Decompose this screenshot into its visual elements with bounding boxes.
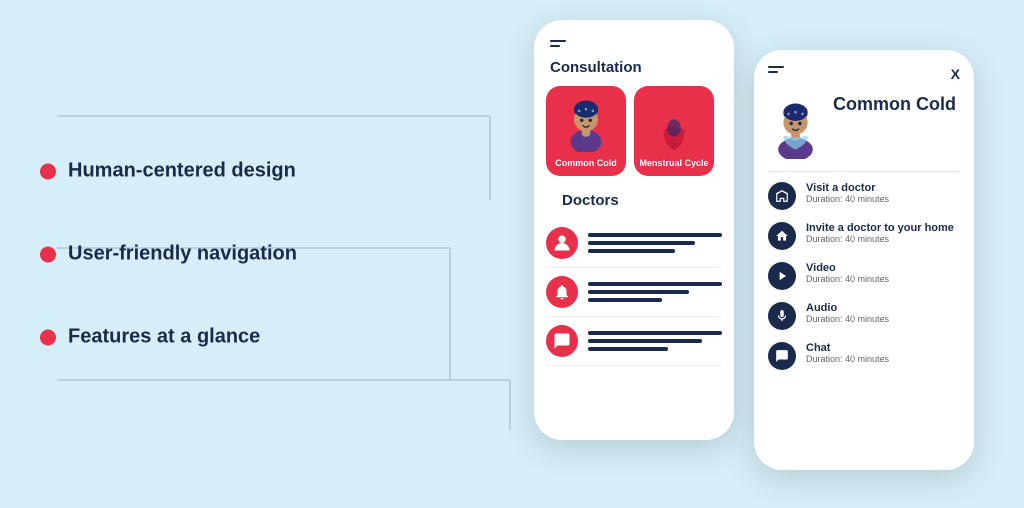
detail-title: Common Cold <box>833 94 956 116</box>
doctors-section: Doctors <box>534 188 734 366</box>
option-invite-doctor[interactable]: Invite a doctor to your home Duration: 4… <box>768 222 960 250</box>
doctor-row-3 <box>546 317 722 366</box>
bell-icon <box>553 283 571 301</box>
options-list: Visit a doctor Duration: 40 minutes Invi… <box>754 182 974 370</box>
detail-menu-icon[interactable] <box>768 66 784 73</box>
option-chat[interactable]: Chat Duration: 40 minutes <box>768 342 960 370</box>
option-audio[interactable]: Audio Duration: 40 minutes <box>768 302 960 330</box>
cards-row: Common Cold Menstrual Cycle <box>534 86 734 176</box>
card-common-cold[interactable]: Common Cold <box>546 86 626 176</box>
phones-container: Men Woman Kids Consultation <box>534 20 974 470</box>
option-duration-video: Duration: 40 minutes <box>806 274 889 284</box>
detail-patient-avatar <box>768 94 823 159</box>
feature-label-2: User-friendly navigation <box>68 243 297 266</box>
close-button[interactable]: X <box>951 66 960 82</box>
phone-header <box>534 32 734 55</box>
card-menstrual-cycle[interactable]: Menstrual Cycle <box>634 86 714 176</box>
mic-icon <box>768 302 796 330</box>
doctor-info-3 <box>588 331 722 351</box>
doctor-avatar-2 <box>546 276 578 308</box>
card-menstrual-cycle-label: Menstrual Cycle <box>639 158 708 168</box>
option-text-audio: Audio Duration: 40 minutes <box>806 302 889 324</box>
doctor-row-2 <box>546 268 722 317</box>
features-list: Human-centered design User-friendly navi… <box>40 160 297 349</box>
chat-icon <box>768 342 796 370</box>
doctors-title: Doctors <box>546 188 722 219</box>
option-duration-invite: Duration: 40 minutes <box>806 234 954 244</box>
option-name-chat: Chat <box>806 342 889 354</box>
option-name-audio: Audio <box>806 302 889 314</box>
building-icon <box>768 182 796 210</box>
feature-dot-3 <box>40 329 56 345</box>
detail-header: X <box>754 62 974 94</box>
doctor-info-2 <box>588 282 722 302</box>
feature-label-3: Features at a glance <box>68 326 260 349</box>
feature-item-2: User-friendly navigation <box>40 243 297 266</box>
option-duration-chat: Duration: 40 minutes <box>806 354 889 364</box>
chat-icon-small <box>553 332 571 350</box>
doctor-avatar-3 <box>546 325 578 357</box>
option-name-invite: Invite a doctor to your home <box>806 222 954 234</box>
option-duration-audio: Duration: 40 minutes <box>806 314 889 324</box>
feature-dot-2 <box>40 246 56 262</box>
phone-detail: X <box>754 50 974 470</box>
phone-main: Men Woman Kids Consultation <box>534 20 734 440</box>
option-text-invite: Invite a doctor to your home Duration: 4… <box>806 222 954 244</box>
option-text-video: Video Duration: 40 minutes <box>806 262 889 284</box>
option-name-visit: Visit a doctor <box>806 182 889 194</box>
detail-title-section: Common Cold <box>754 94 974 171</box>
divider <box>768 171 960 172</box>
option-text-chat: Chat Duration: 40 minutes <box>806 342 889 364</box>
doctor-avatar-1 <box>546 227 578 259</box>
avatar-common-cold <box>559 92 614 152</box>
avatar-menstrual-cycle <box>647 92 702 152</box>
doctor-row-1 <box>546 219 722 268</box>
page-container: Human-centered design User-friendly navi… <box>0 0 1024 508</box>
feature-item-3: Features at a glance <box>40 326 297 349</box>
person-icon <box>553 234 571 252</box>
doctor-info-1 <box>588 233 722 253</box>
option-video[interactable]: Video Duration: 40 minutes <box>768 262 960 290</box>
option-duration-visit: Duration: 40 minutes <box>806 194 889 204</box>
option-text-visit: Visit a doctor Duration: 40 minutes <box>806 182 889 204</box>
feature-dot-1 <box>40 163 56 179</box>
option-name-video: Video <box>806 262 889 274</box>
option-visit-doctor[interactable]: Visit a doctor Duration: 40 minutes <box>768 182 960 210</box>
consultation-title: Consultation <box>534 55 734 86</box>
hamburger-icon[interactable] <box>550 40 566 47</box>
feature-item-1: Human-centered design <box>40 160 297 183</box>
play-icon <box>768 262 796 290</box>
feature-label-1: Human-centered design <box>68 160 296 183</box>
home-icon <box>768 222 796 250</box>
card-common-cold-label: Common Cold <box>555 158 617 168</box>
